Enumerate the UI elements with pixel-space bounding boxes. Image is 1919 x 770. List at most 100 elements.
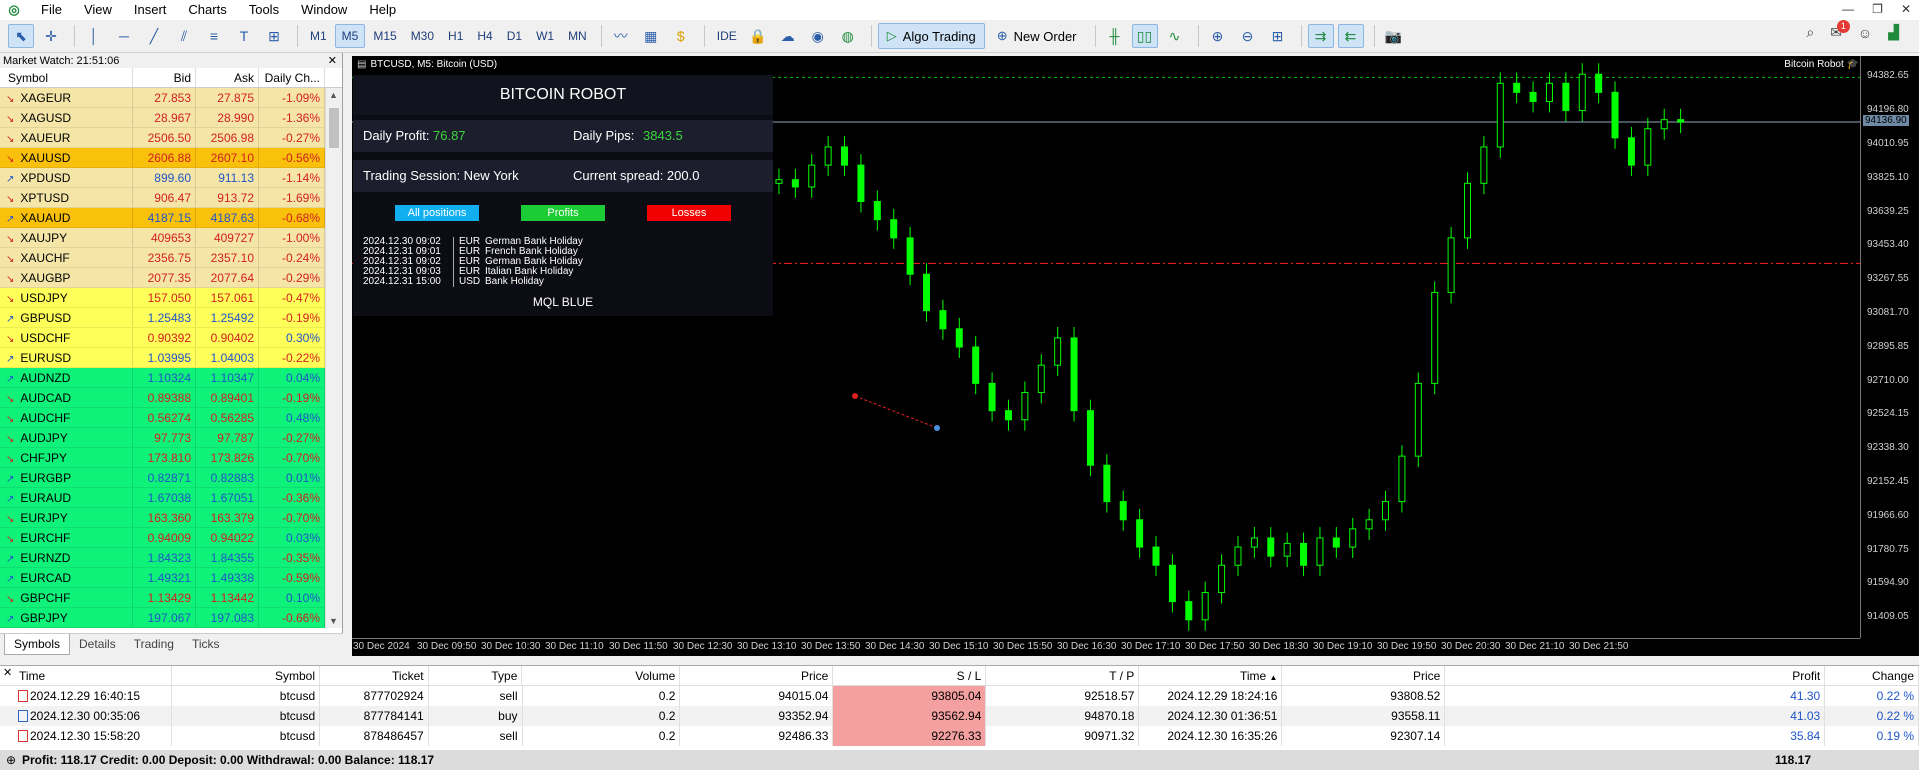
shapes-icon[interactable]: ⊞ [261, 24, 287, 48]
col-change[interactable]: Change [1825, 666, 1919, 685]
market-watch-row[interactable]: ↗ EURNZD 1.84323 1.84355 -0.35% [0, 548, 342, 568]
market-watch-scrollbar[interactable]: ▲ ▼ [325, 88, 342, 628]
lock-icon[interactable]: 🔒 [745, 24, 771, 48]
col-ask[interactable]: Ask [196, 68, 259, 87]
market-watch-row[interactable]: ↗ EURAUD 1.67038 1.67051 -0.36% [0, 488, 342, 508]
history-row[interactable]: 2024.12.29 16:40:15 btcusd 877702924 sell 0.… [0, 686, 1919, 706]
market-watch-row[interactable]: ↘ XAUEUR 2506.50 2506.98 -0.27% [0, 128, 342, 148]
minimize-icon[interactable]: — [1842, 0, 1854, 18]
notifications-icon[interactable]: ✉ 1 [1830, 20, 1850, 41]
market-watch-row[interactable]: ↘ XAGEUR 27.853 27.875 -1.09% [0, 88, 342, 108]
market-watch-row[interactable]: ↘ EURCHF 0.94009 0.94022 0.03% [0, 528, 342, 548]
restore-icon[interactable]: ❐ [1872, 0, 1883, 18]
algo-trading-button[interactable]: ▷ Algo Trading [877, 23, 985, 49]
col-ticket[interactable]: Ticket [320, 666, 429, 685]
market-watch-row[interactable]: ↗ EURCAD 1.49321 1.49338 -0.59% [0, 568, 342, 588]
crosshair-tool-icon[interactable]: ✛ [38, 24, 64, 48]
menu-insert[interactable]: Insert [123, 0, 178, 20]
col-time[interactable]: Time [14, 666, 172, 685]
close-icon[interactable]: ✕ [328, 54, 342, 67]
market-watch-row[interactable]: ↘ CHFJPY 173.810 173.826 -0.70% [0, 448, 342, 468]
market-watch-row[interactable]: ↘ EURJPY 163.360 163.379 -0.70% [0, 508, 342, 528]
col-close-time[interactable]: Time ▲ [1139, 666, 1283, 685]
market-watch-row[interactable]: ↘ AUDCHF 0.56274 0.56285 0.48% [0, 408, 342, 428]
autoscroll-icon[interactable]: ⇉ [1307, 24, 1334, 48]
signal-icon[interactable]: ◉ [805, 24, 831, 48]
market-watch-row[interactable]: ↘ AUDCAD 0.89388 0.89401 -0.19% [0, 388, 342, 408]
scroll-thumb[interactable] [329, 108, 339, 148]
zoom-out-icon[interactable]: ⊖ [1235, 24, 1261, 48]
col-type[interactable]: Type [429, 666, 523, 685]
market-watch-row[interactable]: ↘ USDJPY 157.050 157.061 -0.47% [0, 288, 342, 308]
market-watch-row[interactable]: ↗ EURGBP 0.82871 0.82883 0.01% [0, 468, 342, 488]
col-symbol[interactable]: Symbol [0, 68, 133, 87]
market-watch-row[interactable]: ↘ XAGUSD 28.967 28.990 -1.36% [0, 108, 342, 128]
market-watch-row[interactable]: ↗ GBPJPY 197.067 197.083 -0.66% [0, 608, 342, 628]
cursor-tool-icon[interactable]: ⬉ [8, 24, 34, 48]
market-watch-row[interactable]: ↘ XAUJPY 409653 409727 -1.00% [0, 228, 342, 248]
market-icon[interactable]: $ [668, 24, 694, 48]
tab-details[interactable]: Details [70, 634, 125, 655]
market-watch-row[interactable]: ↘ GBPCHF 1.13429 1.13442 0.10% [0, 588, 342, 608]
cloud-icon[interactable]: ☁ [775, 24, 801, 48]
tab-trading[interactable]: Trading [125, 634, 183, 655]
fibonacci-icon[interactable]: ≡ [201, 24, 227, 48]
market-watch-row[interactable]: ↘ AUDJPY 97.773 97.787 -0.27% [0, 428, 342, 448]
scroll-up-icon[interactable]: ▲ [329, 90, 338, 100]
profits-button[interactable]: Profits [521, 205, 605, 221]
templates-icon[interactable]: ▦ [638, 24, 664, 48]
line-chart-icon[interactable]: ∿ [1162, 24, 1188, 48]
zoom-in-icon[interactable]: ⊕ [1205, 24, 1231, 48]
col-sl[interactable]: S / L [833, 666, 987, 685]
tf-mn[interactable]: MN [562, 24, 593, 48]
all-positions-button[interactable]: All positions [395, 205, 479, 221]
tf-m1[interactable]: M1 [304, 24, 333, 48]
text-tool-icon[interactable]: T [231, 24, 257, 48]
col-bid[interactable]: Bid [133, 68, 196, 87]
chart-shift-icon[interactable]: ⇇ [1337, 24, 1364, 48]
market-watch-row[interactable]: ↗ AUDNZD 1.10324 1.10347 0.04% [0, 368, 342, 388]
history-row[interactable]: 2024.12.30 15:58:20 btcusd 878486457 sell 0.… [0, 726, 1919, 746]
menu-charts[interactable]: Charts [177, 0, 237, 20]
market-watch-row[interactable]: ↘ USDCHF 0.90392 0.90402 0.30% [0, 328, 342, 348]
history-row[interactable]: 2024.12.30 00:35:06 btcusd 877784141 buy 0.2… [0, 706, 1919, 726]
market-watch-row[interactable]: ↗ XAUAUD 4187.15 4187.63 -0.68% [0, 208, 342, 228]
market-watch-row[interactable]: ↗ GBPUSD 1.25483 1.25492 -0.19% [0, 308, 342, 328]
close-icon[interactable]: ✕ [1901, 0, 1911, 18]
tab-symbols[interactable]: Symbols [4, 634, 71, 655]
tf-m15[interactable]: M15 [367, 24, 402, 48]
menu-help[interactable]: Help [358, 0, 407, 20]
account-icon[interactable]: ☺ [1858, 25, 1872, 41]
new-order-button[interactable]: ⊕ New Order [989, 23, 1085, 49]
losses-button[interactable]: Losses [647, 205, 731, 221]
price-axis[interactable]: 94382.65 94196.80 94010.95 93825.10 93639.25… [1860, 56, 1919, 638]
col-close-price[interactable]: Price [1282, 666, 1446, 685]
tf-h1[interactable]: H1 [442, 24, 469, 48]
col-volume[interactable]: Volume [522, 666, 681, 685]
col-profit[interactable]: Profit [1445, 666, 1826, 685]
close-icon[interactable]: ✕ [3, 666, 12, 679]
tf-w1[interactable]: W1 [530, 24, 560, 48]
menu-view[interactable]: View [73, 0, 123, 20]
market-watch-row[interactable]: ↘ XAUCHF 2356.75 2357.10 -0.24% [0, 248, 342, 268]
tf-h4[interactable]: H4 [471, 24, 498, 48]
tab-ticks[interactable]: Ticks [183, 634, 229, 655]
market-watch-row[interactable]: ↘ XAUGBP 2077.35 2077.64 -0.29% [0, 268, 342, 288]
screenshot-icon[interactable]: 📷 [1381, 24, 1407, 48]
search-icon[interactable]: ⌕ [1806, 24, 1814, 41]
tf-m5[interactable]: M5 [334, 24, 366, 48]
menu-tools[interactable]: Tools [238, 0, 290, 20]
market-watch-row[interactable]: ↘ XAUUSD 2606.88 2607.10 -0.56% [0, 148, 342, 168]
time-axis[interactable]: 30 Dec 2024 30 Dec 09:50 30 Dec 10:30 30 De… [352, 638, 1860, 656]
bar-chart-icon[interactable]: ╫ [1102, 24, 1128, 48]
market-watch-row[interactable]: ↗ XPDUSD 899.60 911.13 -1.14% [0, 168, 342, 188]
tile-windows-icon[interactable]: ⊞ [1265, 24, 1291, 48]
col-daily-change[interactable]: Daily Ch... [259, 68, 325, 87]
menu-file[interactable]: File [30, 0, 73, 20]
horizontal-line-icon[interactable]: ─ [111, 24, 137, 48]
scroll-down-icon[interactable]: ▼ [329, 616, 338, 626]
market-watch-row[interactable]: ↗ EURUSD 1.03995 1.04003 -0.22% [0, 348, 342, 368]
vps-icon[interactable]: ◍ [835, 24, 861, 48]
col-price[interactable]: Price [680, 666, 834, 685]
candlestick-icon[interactable]: ▯▯ [1131, 24, 1158, 48]
